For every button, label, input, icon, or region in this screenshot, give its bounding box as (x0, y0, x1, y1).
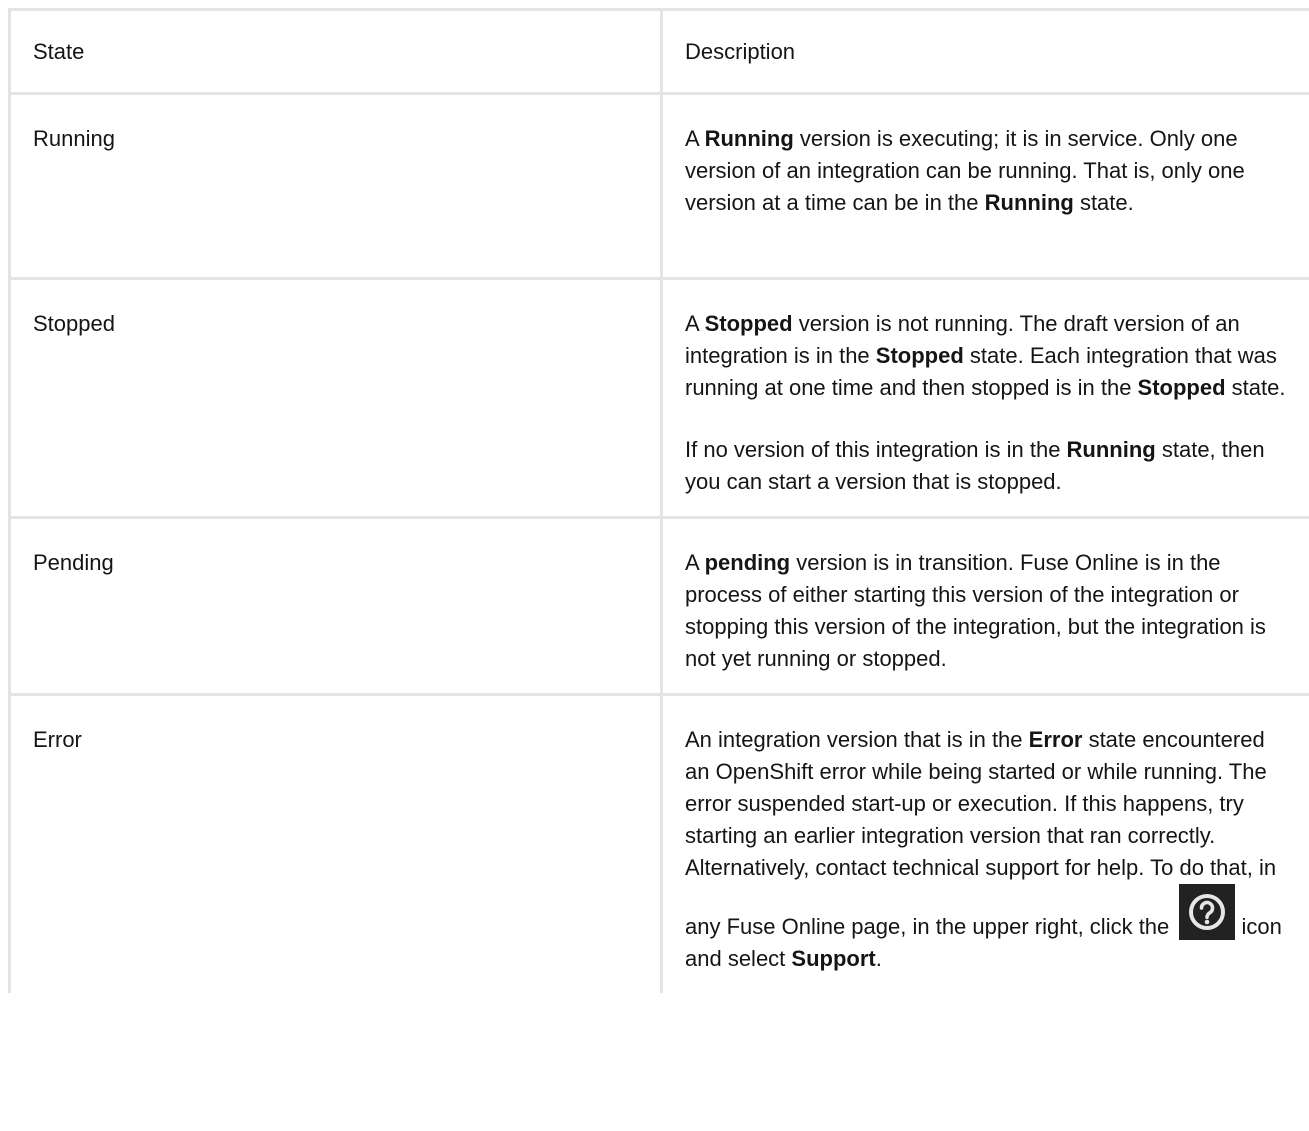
description-paragraph: An integration version that is in the Er… (685, 727, 1282, 971)
table-row: Error An integration version that is in … (8, 693, 1309, 993)
state-cell: Stopped (8, 277, 663, 519)
state-cell: Pending (8, 516, 663, 696)
table-row: Running A Running version is executing; … (8, 92, 1309, 280)
header-state: State (8, 8, 663, 95)
description-paragraph: A Stopped version is not running. The dr… (685, 311, 1286, 400)
description-cell: A Running version is executing; it is in… (660, 92, 1309, 280)
table-header-row: State Description (8, 8, 1309, 95)
help-question-icon (1179, 884, 1236, 940)
state-cell: Error (8, 693, 663, 993)
table-row: Stopped A Stopped version is not running… (8, 277, 1309, 519)
description-paragraph: A pending version is in transition. Fuse… (685, 550, 1266, 671)
state-cell: Running (8, 92, 663, 280)
description-paragraph: A Running version is executing; it is in… (685, 126, 1245, 215)
description-paragraph: If no version of this integration is in … (685, 437, 1265, 494)
header-description: Description (660, 8, 1309, 95)
description-cell: A Stopped version is not running. The dr… (660, 277, 1309, 519)
description-cell: A pending version is in transition. Fuse… (660, 516, 1309, 696)
states-table: State Description Running A Running vers… (8, 8, 1309, 993)
description-cell: An integration version that is in the Er… (660, 693, 1309, 993)
table-row: Pending A pending version is in transiti… (8, 516, 1309, 696)
